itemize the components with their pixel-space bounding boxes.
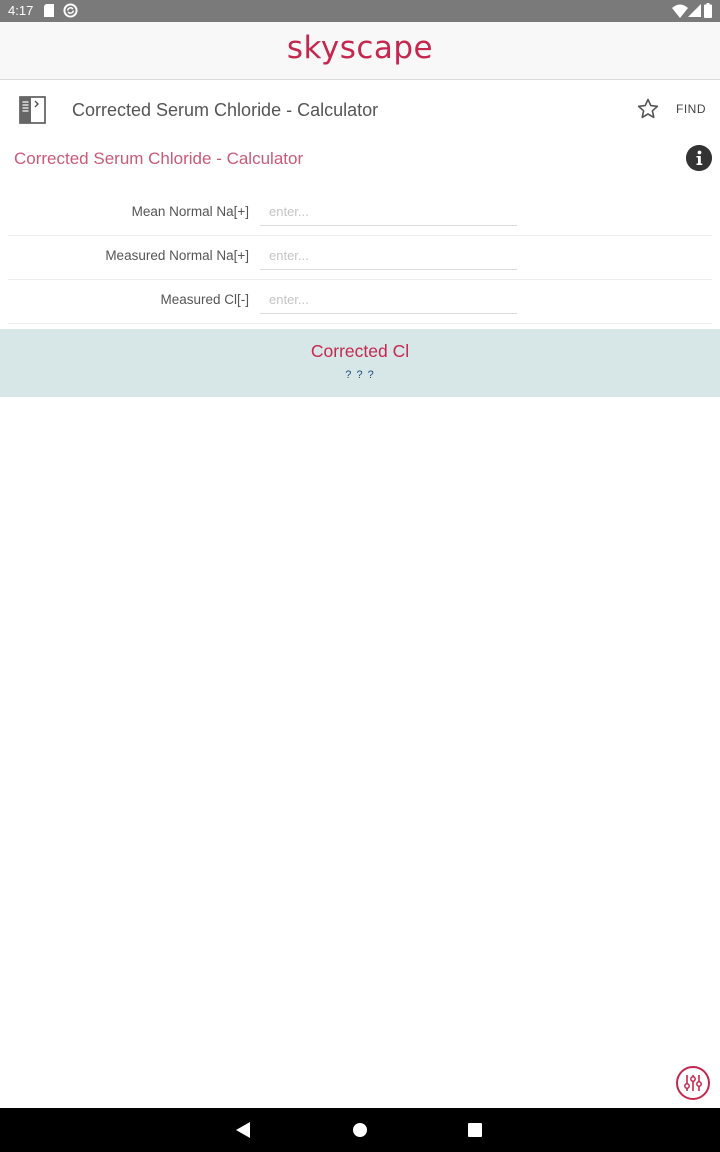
recents-icon[interactable] (468, 1123, 482, 1137)
battery-icon (704, 3, 712, 18)
calculator-title: Corrected Serum Chloride - Calculator (14, 149, 304, 168)
document-title: Corrected Serum Chloride - Calculator (72, 100, 379, 120)
home-icon[interactable] (353, 1123, 367, 1137)
form-row-measured-cl: Measured Cl[-] (8, 280, 712, 324)
navigation-bar (0, 1108, 720, 1152)
measured-cl-input[interactable] (260, 286, 517, 314)
sliders-icon (684, 1075, 702, 1091)
app-bar: skyscape (0, 22, 720, 80)
field-label: Measured Cl[-] (160, 292, 249, 307)
info-icon[interactable] (686, 145, 712, 171)
title-bar: Corrected Serum Chloride - Calculator FI… (0, 81, 720, 139)
status-time: 4:17 (8, 3, 34, 18)
result-label: Corrected Cl (310, 341, 410, 361)
field-label: Measured Normal Na[+] (105, 248, 249, 263)
sync-icon (63, 3, 78, 18)
status-bar: 4:17 (0, 0, 720, 22)
field-label: Mean Normal Na[+] (131, 204, 249, 219)
back-icon[interactable] (236, 1122, 250, 1138)
result-value: ? ? ? (345, 369, 375, 381)
find-button[interactable]: FIND (676, 102, 706, 116)
measured-normal-na-input[interactable] (260, 242, 517, 270)
tools-button[interactable] (676, 1066, 710, 1100)
sd-card-icon (44, 4, 54, 17)
table-of-contents-icon[interactable] (18, 95, 48, 125)
star-icon[interactable] (636, 97, 660, 121)
mean-normal-na-input[interactable] (260, 198, 517, 226)
result-panel: Corrected Cl ? ? ? (0, 329, 720, 397)
signal-icon (688, 4, 701, 17)
form-row-measured-normal-na: Measured Normal Na[+] (8, 236, 712, 280)
wifi-icon (672, 4, 688, 18)
brand-logo: skyscape (286, 30, 434, 66)
form-row-mean-normal-na: Mean Normal Na[+] (8, 192, 712, 236)
